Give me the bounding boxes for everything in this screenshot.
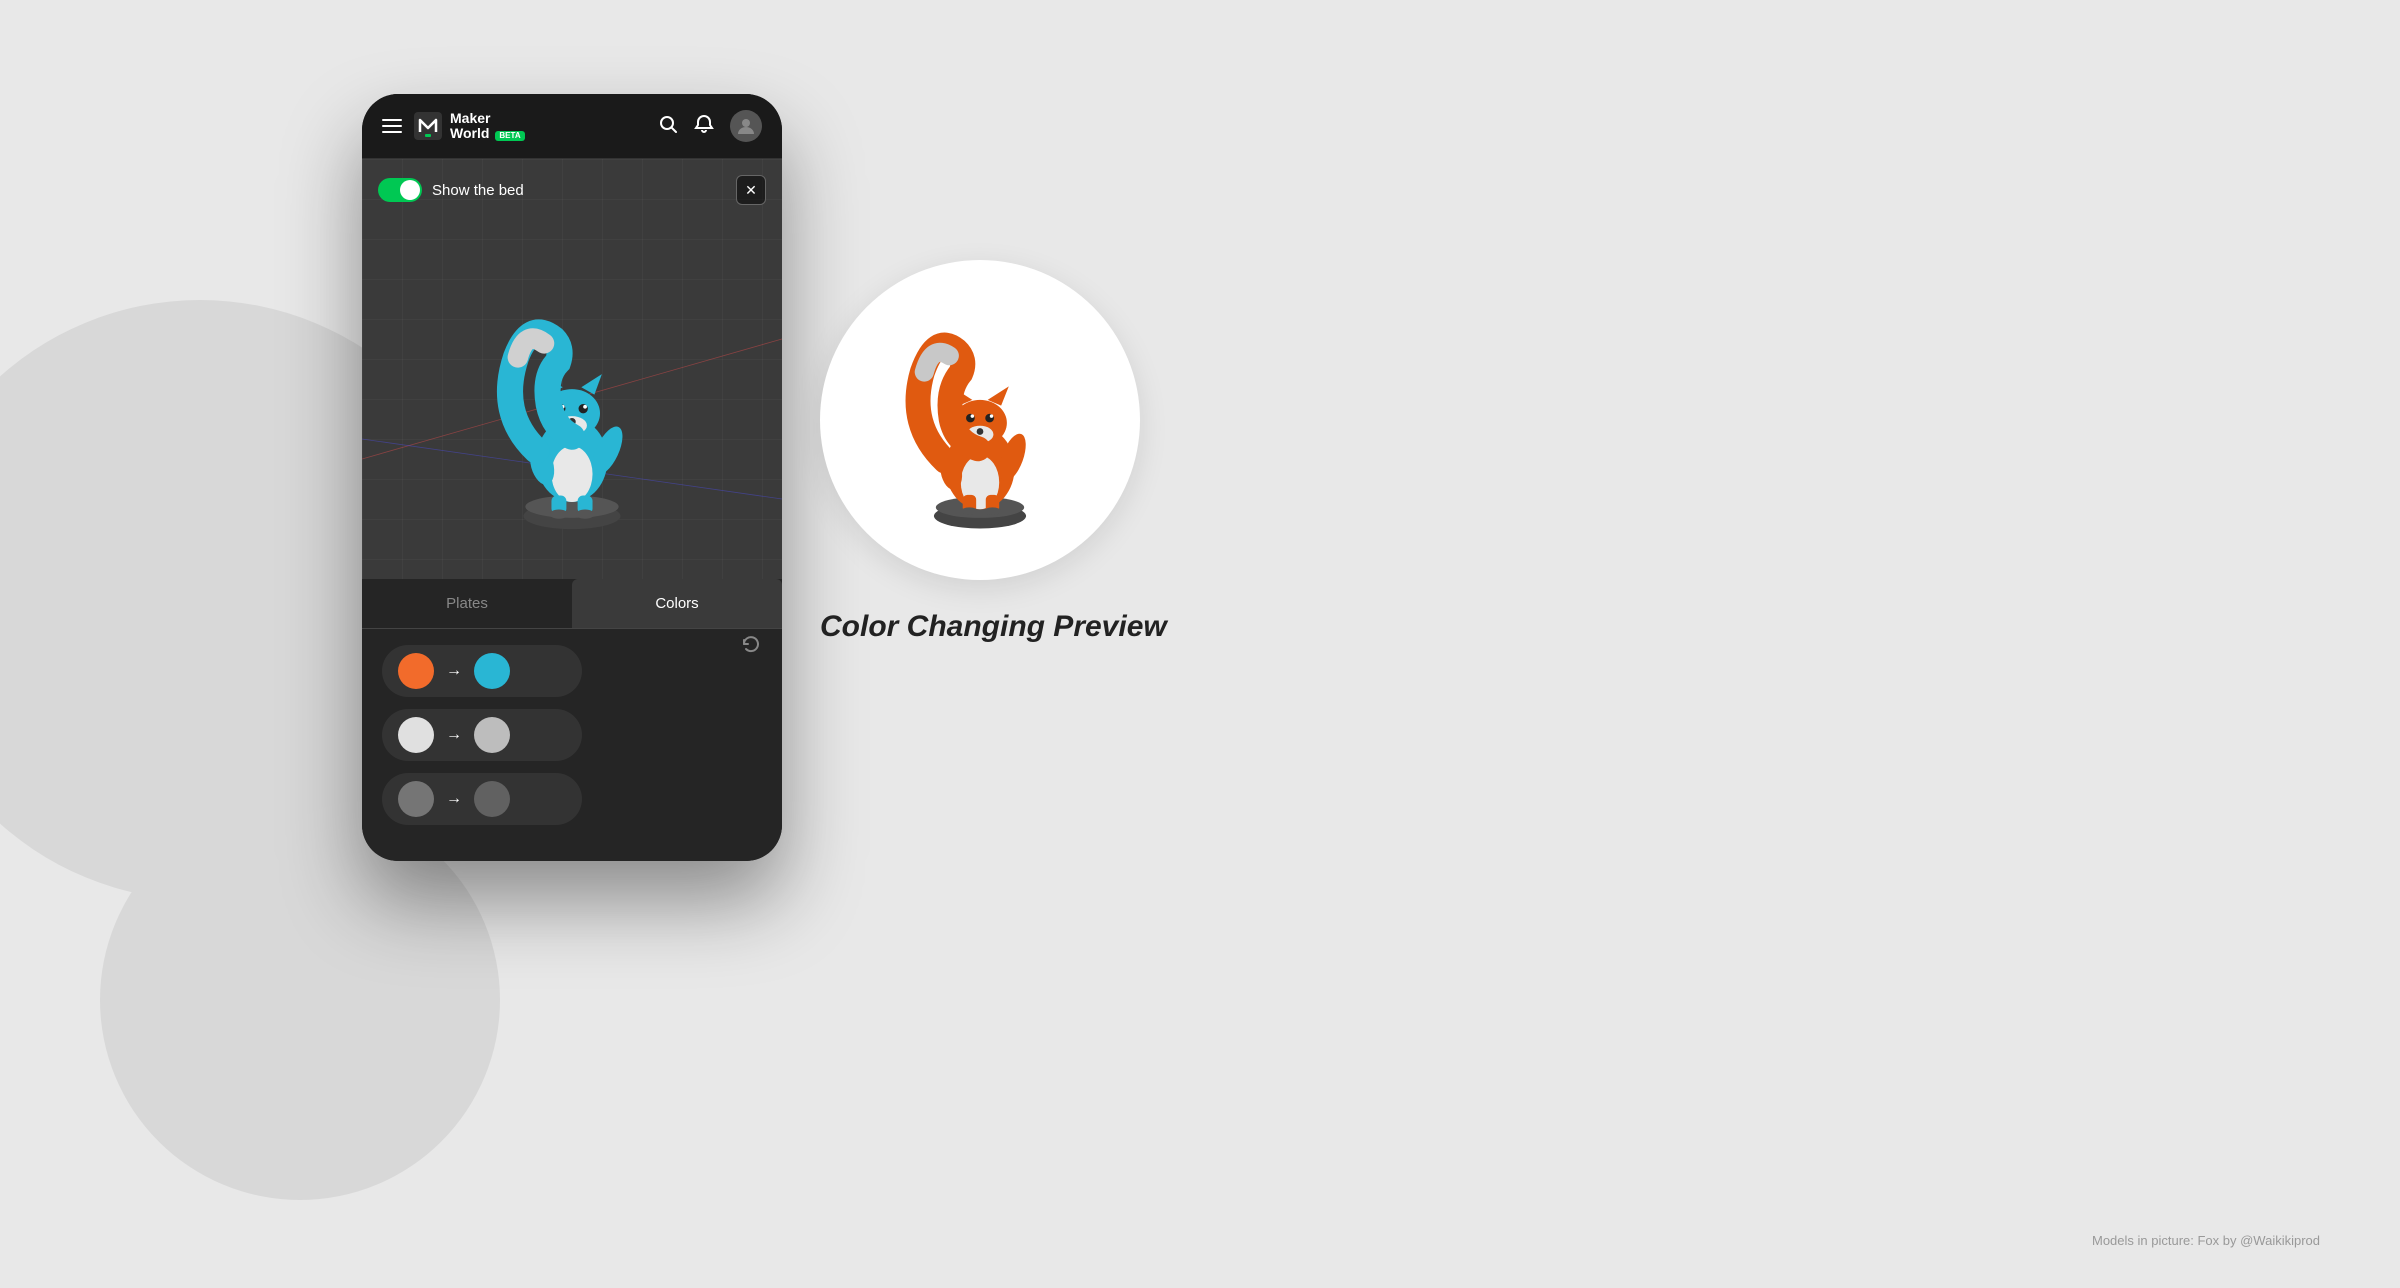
close-icon: ✕	[745, 182, 757, 199]
close-viewport-button[interactable]: ✕	[736, 175, 766, 205]
color-from-lightgray[interactable]	[398, 717, 434, 753]
tab-colors[interactable]: Colors	[572, 579, 782, 628]
hamburger-menu-icon[interactable]	[382, 119, 402, 133]
arrow-right-icon-3: →	[446, 790, 462, 808]
color-from-orange[interactable]	[398, 653, 434, 689]
right-side-content: Color Changing Preview	[820, 260, 1167, 644]
3d-viewport: Show the bed ✕	[362, 159, 782, 579]
orange-fox-svg	[890, 300, 1070, 540]
logo-maker: Maker	[450, 111, 525, 126]
phone-frame: Maker World BETA	[362, 94, 782, 861]
bottom-panel: Plates Colors →	[362, 579, 782, 861]
header-right	[658, 110, 762, 142]
bed-toggle-bar: Show the bed ✕	[378, 175, 766, 205]
tabs-row: Plates Colors	[362, 579, 782, 629]
color-to-gray[interactable]	[474, 717, 510, 753]
logo-world: World	[450, 126, 489, 141]
color-row-3: →	[382, 773, 582, 825]
user-avatar[interactable]	[730, 110, 762, 142]
arrow-right-icon-1: →	[446, 662, 462, 680]
color-row-2: →	[382, 709, 582, 761]
colors-section-wrapper: → → →	[362, 629, 782, 841]
search-icon[interactable]	[658, 114, 678, 139]
arrow-right-icon-2: →	[446, 726, 462, 744]
tab-plates[interactable]: Plates	[362, 579, 572, 628]
teal-fox-svg	[472, 264, 672, 544]
attribution-text: Models in picture: Fox by @Waikikiprod	[2092, 1233, 2320, 1248]
colors-section: → → →	[362, 629, 782, 841]
bed-toggle-left: Show the bed	[378, 178, 524, 202]
notification-bell-icon[interactable]	[694, 114, 714, 139]
logo-text: Maker World BETA	[450, 111, 525, 142]
color-to-teal[interactable]	[474, 653, 510, 689]
color-to-darkgray2[interactable]	[474, 781, 510, 817]
show-bed-label: Show the bed	[432, 182, 524, 199]
preview-title: Color Changing Preview	[820, 610, 1167, 644]
teal-fox-3d	[472, 264, 672, 549]
header-left: Maker World BETA	[382, 110, 525, 142]
logo: Maker World BETA	[412, 110, 525, 142]
app-header: Maker World BETA	[362, 94, 782, 159]
preview-circle	[820, 260, 1140, 580]
makerworld-logo-icon	[412, 110, 444, 142]
refresh-icon[interactable]	[740, 633, 762, 660]
color-from-darkgray[interactable]	[398, 781, 434, 817]
color-row-1: →	[382, 645, 582, 697]
beta-badge: BETA	[495, 131, 524, 142]
show-bed-toggle[interactable]	[378, 178, 422, 202]
